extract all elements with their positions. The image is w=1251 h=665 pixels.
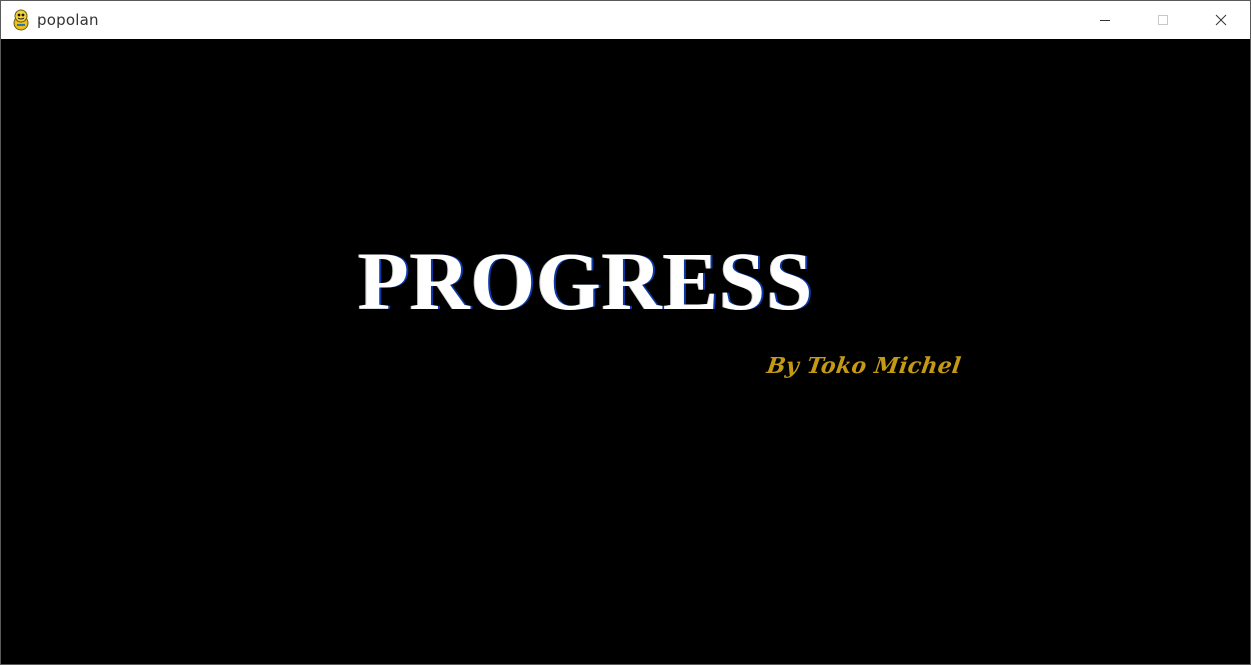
close-icon (1215, 14, 1227, 26)
author-byline: By Toko Michel (765, 353, 963, 379)
close-button[interactable] (1192, 1, 1250, 39)
game-window: popolan PROGRESS By Toko Michel (0, 0, 1251, 665)
window-title: popolan (37, 11, 99, 29)
maximize-button[interactable] (1134, 1, 1192, 39)
maximize-icon (1157, 14, 1169, 26)
minimize-icon (1099, 14, 1111, 26)
python-snake-icon (11, 9, 31, 31)
game-title: PROGRESS (358, 235, 814, 327)
game-canvas[interactable]: PROGRESS By Toko Michel (1, 39, 1250, 664)
minimize-button[interactable] (1076, 1, 1134, 39)
title-bar[interactable]: popolan (1, 1, 1250, 39)
